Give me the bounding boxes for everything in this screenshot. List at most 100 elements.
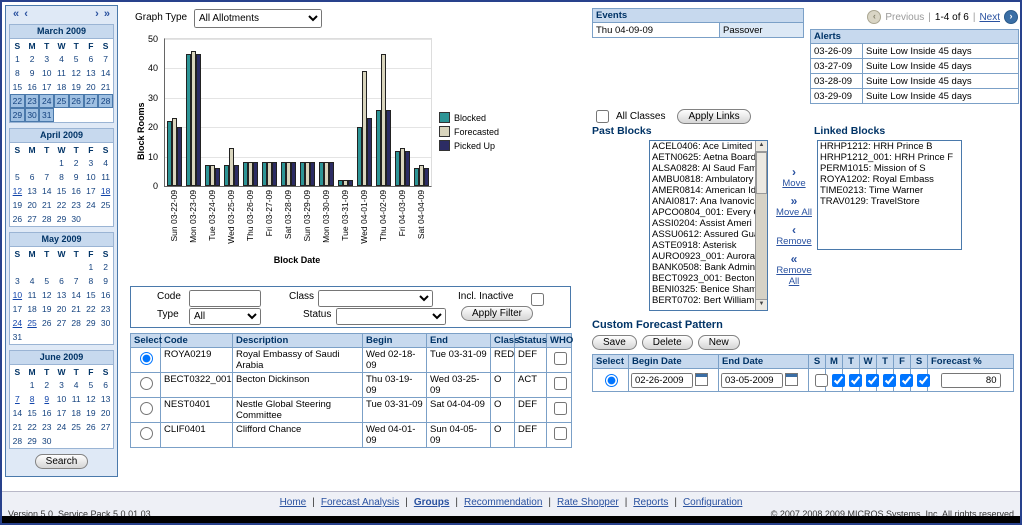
calendar-day[interactable]: 26 bbox=[84, 420, 99, 434]
calendar-day[interactable]: 22 bbox=[10, 94, 25, 108]
calendar-picker-icon[interactable] bbox=[695, 373, 708, 386]
calendar-day[interactable]: 19 bbox=[39, 302, 54, 316]
class-select[interactable] bbox=[318, 290, 433, 307]
calendar-day[interactable]: 22 bbox=[25, 420, 40, 434]
calendar-day[interactable]: 23 bbox=[98, 302, 113, 316]
calendar-day[interactable]: 25 bbox=[98, 198, 113, 212]
calendar-day[interactable]: 2 bbox=[98, 260, 113, 274]
remove-icon[interactable]: ‹ bbox=[772, 224, 816, 236]
calendar-day[interactable]: 13 bbox=[98, 392, 113, 406]
calendar-day[interactable]: 1 bbox=[54, 156, 69, 170]
calendar-day[interactable]: 21 bbox=[39, 198, 54, 212]
remove-all-link[interactable]: Remove All bbox=[772, 265, 816, 287]
forecast-percent-input[interactable] bbox=[941, 373, 1001, 388]
remove-link[interactable]: Remove bbox=[772, 236, 816, 247]
calendar-day[interactable]: 3 bbox=[10, 274, 25, 288]
calendar-day[interactable]: 29 bbox=[25, 434, 40, 448]
calendar-day[interactable]: 10 bbox=[10, 288, 25, 302]
calendar-day[interactable]: 24 bbox=[54, 420, 69, 434]
next-icon[interactable]: › bbox=[1004, 10, 1018, 24]
calendar-day[interactable]: 5 bbox=[39, 274, 54, 288]
calendar-last-icon[interactable]: » bbox=[104, 8, 110, 20]
remove-all-icon[interactable]: « bbox=[772, 253, 816, 265]
calendar-day[interactable]: 15 bbox=[25, 406, 40, 420]
begin-date-input[interactable] bbox=[631, 373, 693, 388]
calendar-day[interactable]: 18 bbox=[25, 302, 40, 316]
calendar-day[interactable]: 4 bbox=[98, 156, 113, 170]
calendar-day[interactable]: 21 bbox=[10, 420, 25, 434]
who-checkbox[interactable] bbox=[554, 377, 567, 390]
calendar-day[interactable]: 17 bbox=[84, 184, 99, 198]
list-item[interactable]: AURO0923_001: Aurora Capit bbox=[650, 251, 756, 262]
scroll-down-icon[interactable]: ▼ bbox=[756, 299, 767, 310]
calendar-day[interactable]: 26 bbox=[69, 94, 84, 108]
calendar-day[interactable]: 27 bbox=[25, 212, 40, 226]
calendar-day[interactable]: 11 bbox=[98, 170, 113, 184]
calendar-day[interactable]: 21 bbox=[69, 302, 84, 316]
calendar-day[interactable]: 22 bbox=[84, 302, 99, 316]
calendar-day[interactable]: 25 bbox=[25, 316, 40, 330]
calendar-day[interactable]: 14 bbox=[98, 66, 113, 80]
delete-button[interactable]: Delete bbox=[642, 335, 693, 350]
move-icon[interactable]: › bbox=[772, 166, 816, 178]
previous-button[interactable]: Previous bbox=[885, 12, 924, 23]
list-item[interactable]: ALSA0828: Al Saud Fami bbox=[650, 163, 756, 174]
row-select-radio[interactable] bbox=[140, 427, 153, 440]
calendar-day[interactable]: 28 bbox=[10, 434, 25, 448]
calendar-day[interactable]: 7 bbox=[98, 52, 113, 66]
list-item[interactable]: ACEL0406: Ace Limited bbox=[650, 141, 756, 152]
footer-link-recommendation[interactable]: Recommendation bbox=[464, 497, 542, 508]
list-item[interactable]: ASTE0918: Asterisk bbox=[650, 240, 756, 251]
calendar-day[interactable]: 4 bbox=[54, 52, 69, 66]
calendar-day[interactable]: 24 bbox=[39, 94, 54, 108]
who-checkbox[interactable] bbox=[554, 352, 567, 365]
calendar-day[interactable]: 14 bbox=[69, 288, 84, 302]
apply-links-button[interactable]: Apply Links bbox=[677, 109, 750, 124]
calendar-day[interactable]: 12 bbox=[69, 66, 84, 80]
calendar-day[interactable]: 19 bbox=[69, 80, 84, 94]
day-checkbox[interactable] bbox=[866, 374, 879, 387]
calendar-day[interactable]: 5 bbox=[10, 170, 25, 184]
calendar-day[interactable]: 8 bbox=[54, 170, 69, 184]
list-item[interactable]: ROYA1202: Royal Embass bbox=[818, 174, 961, 185]
footer-link-reports[interactable]: Reports bbox=[633, 497, 668, 508]
calendar-day[interactable]: 29 bbox=[54, 212, 69, 226]
calendar-day[interactable]: 27 bbox=[84, 94, 99, 108]
calendar-day[interactable]: 24 bbox=[10, 316, 25, 330]
calendar-day[interactable]: 3 bbox=[39, 52, 54, 66]
next-button[interactable]: Next bbox=[979, 12, 1000, 23]
code-input[interactable] bbox=[189, 290, 261, 307]
calendar-day[interactable]: 6 bbox=[25, 170, 40, 184]
calendar-day[interactable]: 8 bbox=[10, 66, 25, 80]
scroll-thumb[interactable] bbox=[756, 152, 767, 194]
calendar-day[interactable]: 6 bbox=[98, 378, 113, 392]
calendar-day[interactable]: 30 bbox=[98, 316, 113, 330]
scroll-up-icon[interactable]: ▲ bbox=[756, 141, 767, 152]
calendar-day[interactable]: 20 bbox=[98, 406, 113, 420]
calendar-day[interactable]: 13 bbox=[25, 184, 40, 198]
calendar-day[interactable]: 29 bbox=[84, 316, 99, 330]
calendar-day[interactable]: 30 bbox=[25, 108, 40, 122]
list-item[interactable]: HRHP1212: HRH Prince B bbox=[818, 141, 961, 152]
calendar-day[interactable]: 6 bbox=[54, 274, 69, 288]
day-checkbox[interactable] bbox=[917, 374, 930, 387]
past-blocks-listbox[interactable]: ACEL0406: Ace LimitedAETN0625: Aetna Boa… bbox=[649, 140, 768, 311]
calendar-day[interactable]: 10 bbox=[84, 170, 99, 184]
calendar-day[interactable]: 18 bbox=[54, 80, 69, 94]
calendar-day[interactable]: 2 bbox=[25, 52, 40, 66]
day-checkbox[interactable] bbox=[849, 374, 862, 387]
list-item[interactable]: ANAI0817: Ana Ivanovic bbox=[650, 196, 756, 207]
calendar-day[interactable]: 30 bbox=[39, 434, 54, 448]
calendar-day[interactable]: 25 bbox=[54, 94, 69, 108]
footer-link-groups[interactable]: Groups bbox=[414, 497, 450, 508]
type-select[interactable]: All bbox=[189, 308, 261, 325]
footer-link-forecast-analysis[interactable]: Forecast Analysis bbox=[321, 497, 399, 508]
forecast-select-radio[interactable] bbox=[605, 374, 618, 387]
calendar-day[interactable]: 7 bbox=[39, 170, 54, 184]
calendar-day[interactable]: 9 bbox=[39, 392, 54, 406]
all-classes-checkbox[interactable] bbox=[596, 110, 609, 123]
calendar-day[interactable]: 25 bbox=[69, 420, 84, 434]
calendar-day[interactable]: 8 bbox=[25, 392, 40, 406]
list-item[interactable]: AMER0814: American Ido bbox=[650, 185, 756, 196]
calendar-day[interactable]: 15 bbox=[84, 288, 99, 302]
